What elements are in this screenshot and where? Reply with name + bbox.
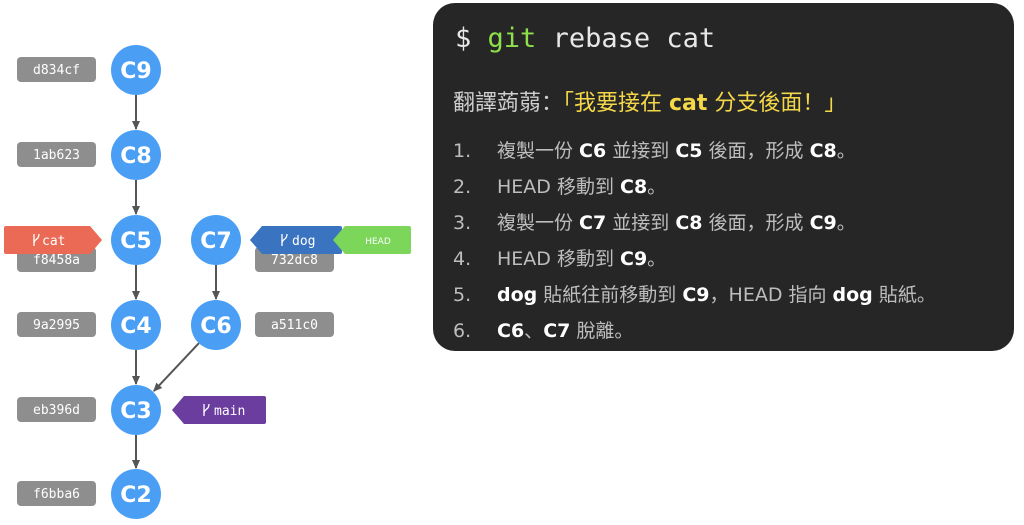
step-text: 貼紙。	[872, 284, 936, 306]
step-emphasis: C5	[675, 140, 703, 162]
step-emphasis: C6	[497, 320, 525, 342]
translation-close: 分支後面！」	[707, 91, 847, 116]
step-number: 1.	[453, 140, 472, 162]
step-item: 1. 複製一份 C6 並接到 C5 後面，形成 C8。	[453, 133, 936, 169]
branch-tag-main: main	[172, 396, 266, 424]
hash-tag: a511c0	[255, 312, 334, 337]
branch-name: main	[214, 404, 245, 419]
explanation-panel: $ git rebase cat 翻譯蒟蒻：「我要接在 cat 分支後面！」 1…	[433, 3, 1014, 351]
step-text: 貼紙往前移動到	[537, 284, 683, 306]
translation-open: 「我要接在	[563, 91, 670, 116]
step-emphasis: C7	[579, 212, 607, 234]
step-text: 後面，形成	[702, 140, 810, 162]
step-text: 複製一份	[497, 212, 580, 234]
commit-id: C8	[120, 144, 151, 169]
step-text: 後面，形成	[702, 212, 810, 234]
step-text: 、	[524, 320, 544, 342]
step-emphasis: C9	[682, 284, 710, 306]
head-tag: HEAD	[333, 226, 411, 254]
commit-hash: d834cf	[33, 63, 80, 78]
step-item: 3. 複製一份 C7 並接到 C8 後面，形成 C9。	[453, 205, 936, 241]
commit-id: C2	[120, 483, 151, 508]
head-label: HEAD	[365, 237, 391, 247]
commit-hash: a511c0	[271, 318, 318, 333]
step-text: 脫離。	[570, 320, 634, 342]
command-line: $ git rebase cat	[455, 23, 715, 54]
branch-name: dog	[292, 234, 315, 249]
commit-hash: f6bba6	[33, 487, 80, 502]
step-number: 4.	[453, 248, 472, 270]
hash-tag: 1ab623	[17, 142, 96, 167]
translation-prefix: 翻譯蒟蒻：	[453, 91, 564, 116]
command-tool: git	[487, 23, 537, 54]
commit-graph: d834cf 1ab623 f8458a 732dc8 9a2995 a511c0 eb39…	[4, 45, 411, 519]
translation-branch: cat	[669, 91, 708, 116]
hash-tag: eb396d	[17, 397, 96, 422]
step-text: 複製一份	[497, 140, 580, 162]
step-text: 。	[836, 212, 856, 234]
commit-id: C6	[200, 314, 231, 339]
commit-id: C5	[120, 229, 151, 254]
translation-line: 翻譯蒟蒻：「我要接在 cat 分支後面！」	[453, 85, 846, 117]
commit-hash: eb396d	[33, 403, 80, 418]
step-emphasis: C8	[620, 176, 648, 198]
step-item: 4. HEAD 移動到 C9。	[453, 241, 936, 277]
prompt-symbol: $	[455, 23, 472, 54]
steps-list: 1. 複製一份 C6 並接到 C5 後面，形成 C8。 2. HEAD 移動到 C8。…	[453, 133, 936, 349]
step-number: 6.	[453, 320, 472, 342]
hash-tag: 9a2995	[17, 312, 96, 337]
commit-id: C7	[200, 229, 231, 254]
step-number: 5.	[453, 284, 472, 306]
commit-hash: 732dc8	[271, 253, 318, 268]
edge-c6-c3	[153, 342, 200, 392]
step-emphasis: C8	[809, 140, 837, 162]
step-item: 6. C6、C7 脫離。	[453, 313, 936, 349]
commit-id: C3	[120, 399, 151, 424]
commit-id: C9	[120, 59, 151, 84]
step-text: 並接到	[606, 140, 676, 162]
step-emphasis: dog	[832, 284, 873, 306]
step-text: 並接到	[606, 212, 676, 234]
step-text: 。	[647, 248, 667, 270]
command-args: rebase cat	[552, 23, 716, 54]
branch-name: cat	[42, 234, 65, 249]
hash-tag: f6bba6	[17, 481, 96, 506]
commit-hash: 1ab623	[33, 148, 80, 163]
commit-hash: f8458a	[33, 253, 80, 268]
step-item: 5. dog 貼紙往前移動到 C9，HEAD 指向 dog 貼紙。	[453, 277, 936, 313]
branch-tag-dog: dog	[250, 226, 342, 254]
step-emphasis: C9	[809, 212, 837, 234]
step-text: HEAD 移動到	[497, 248, 620, 270]
commit-id: C4	[120, 314, 151, 339]
step-emphasis: dog	[497, 284, 538, 306]
step-text: 。	[836, 140, 856, 162]
step-text: 。	[647, 176, 667, 198]
step-text: HEAD 移動到	[497, 176, 620, 198]
step-text: ，HEAD 指向	[709, 284, 833, 306]
branch-tag-cat: cat	[4, 226, 102, 254]
step-number: 2.	[453, 176, 472, 198]
step-emphasis: C8	[675, 212, 703, 234]
step-emphasis: C9	[620, 248, 648, 270]
step-item: 2. HEAD 移動到 C8。	[453, 169, 936, 205]
commit-hash: 9a2995	[33, 318, 80, 333]
step-emphasis: C7	[543, 320, 571, 342]
hash-tag: d834cf	[17, 57, 96, 82]
step-number: 3.	[453, 212, 472, 234]
step-emphasis: C6	[579, 140, 607, 162]
